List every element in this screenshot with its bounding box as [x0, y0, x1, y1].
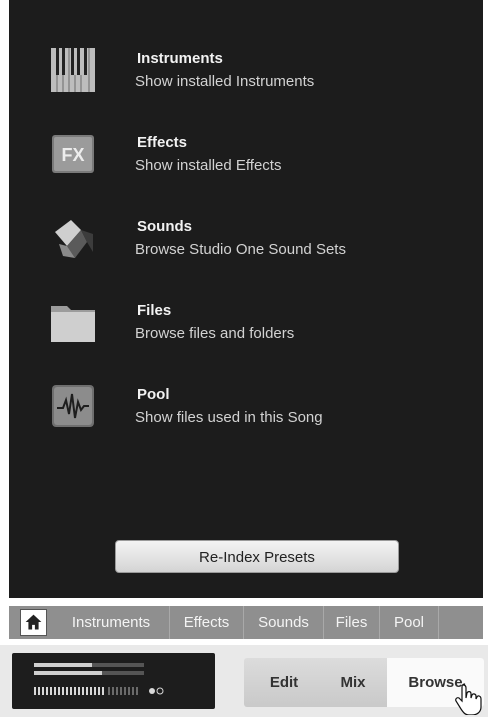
instruments-subtitle: Show installed Instruments — [135, 73, 315, 90]
pool-subtitle: Show files used in this Song — [135, 409, 323, 426]
browser-item-effects[interactable]: FX Effects Show installed Effects — [9, 128, 483, 198]
sounds-subtitle: Browse Studio One Sound Sets — [135, 241, 346, 258]
fx-icon: FX — [52, 135, 94, 173]
edit-view-button[interactable]: Edit — [244, 658, 324, 707]
tab-pool[interactable]: Pool — [379, 606, 439, 639]
sound-cubes-icon — [55, 220, 93, 258]
tab-files[interactable]: Files — [323, 606, 379, 639]
browser-panel: Instruments Show installed Instruments F… — [9, 0, 483, 598]
effects-subtitle: Show installed Effects — [135, 157, 282, 174]
files-title: Files — [137, 302, 172, 319]
hand-cursor-icon — [455, 683, 482, 715]
tab-instruments[interactable]: Instruments — [53, 606, 169, 639]
folder-icon — [51, 306, 95, 342]
svg-text:FX: FX — [61, 145, 84, 165]
tab-sounds[interactable]: Sounds — [243, 606, 323, 639]
home-tab[interactable] — [20, 609, 47, 636]
effects-title: Effects — [137, 134, 188, 151]
files-subtitle: Browse files and folders — [135, 325, 295, 342]
browser-item-sounds[interactable]: Sounds Browse Studio One Sound Sets — [9, 212, 483, 282]
browser-item-files[interactable]: Files Browse files and folders — [9, 296, 483, 366]
piano-keys-icon — [51, 48, 95, 92]
reindex-presets-button[interactable]: Re-Index Presets — [115, 540, 399, 573]
pool-title: Pool — [137, 386, 170, 403]
browser-item-pool[interactable]: Pool Show files used in this Song — [9, 380, 483, 450]
waveform-icon — [52, 385, 94, 427]
browser-tab-bar: Instruments Effects Sounds Files Pool — [9, 606, 483, 639]
meter-graphic — [34, 663, 164, 695]
mix-view-button[interactable]: Mix — [324, 658, 382, 707]
view-switcher: Edit Mix Browse — [244, 658, 484, 707]
home-icon — [25, 614, 42, 630]
browser-item-instruments[interactable]: Instruments Show installed Instruments — [9, 44, 483, 114]
tab-effects[interactable]: Effects — [169, 606, 243, 639]
instruments-title: Instruments — [137, 50, 223, 67]
sounds-title: Sounds — [137, 218, 192, 235]
performance-meter — [12, 653, 215, 709]
